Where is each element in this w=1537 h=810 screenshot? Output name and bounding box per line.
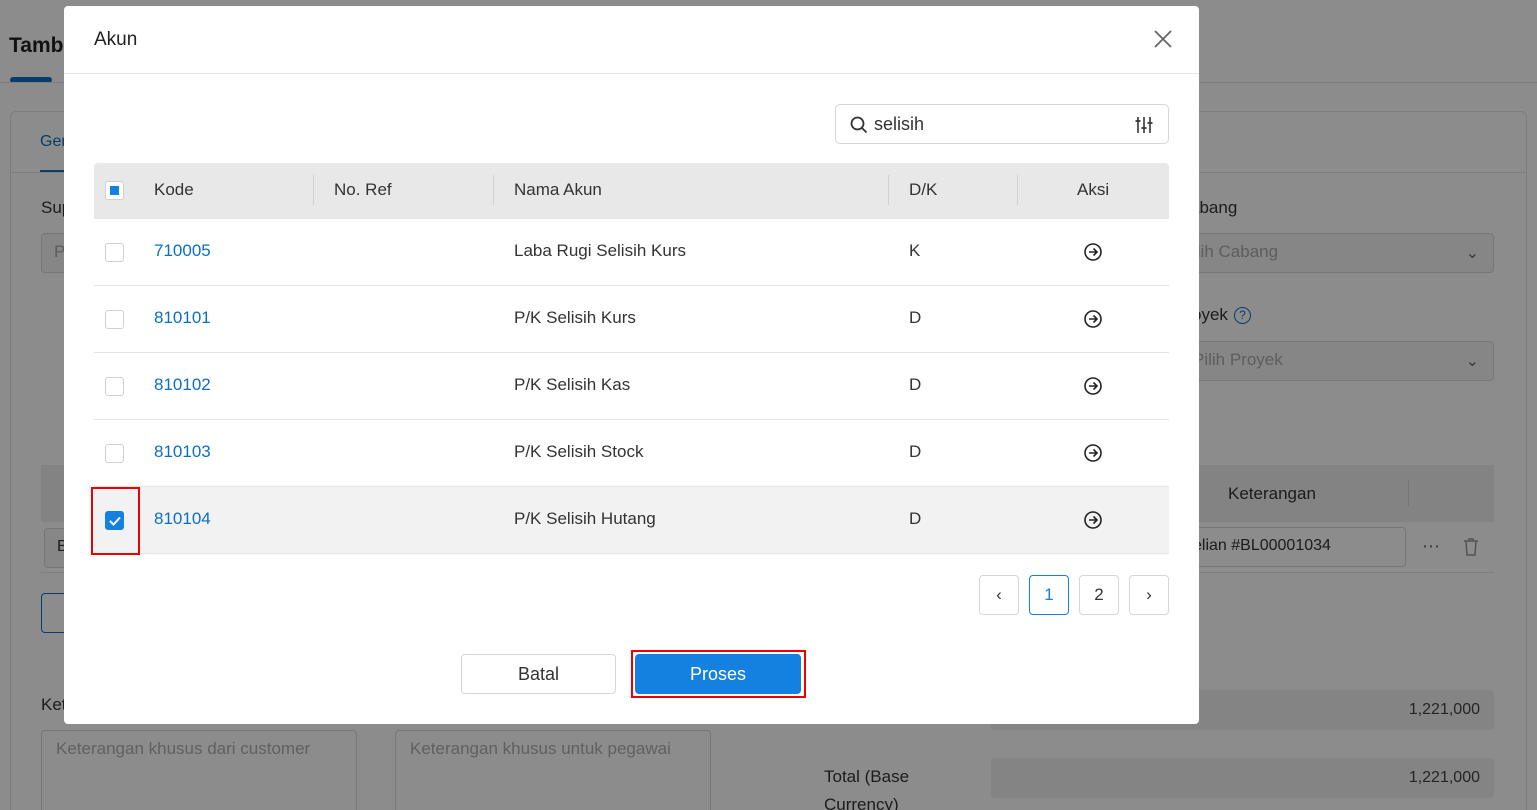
modal-title: Akun bbox=[94, 29, 138, 50]
search-icon bbox=[850, 116, 868, 134]
filter-icon[interactable] bbox=[1134, 115, 1154, 135]
arrow-right-circle-icon[interactable] bbox=[1083, 510, 1103, 530]
row-checkbox[interactable] bbox=[105, 377, 124, 396]
th-no-ref: No. Ref bbox=[334, 180, 392, 199]
row-dk: K bbox=[909, 241, 921, 260]
table-row[interactable]: 810101 P/K Selisih Kurs D bbox=[94, 286, 1169, 353]
th-nama-akun: Nama Akun bbox=[514, 180, 602, 199]
th-separator bbox=[313, 175, 314, 205]
table-row[interactable]: 810103 P/K Selisih Stock D bbox=[94, 420, 1169, 487]
modal-header: Akun bbox=[64, 6, 1199, 74]
process-button[interactable]: Proses bbox=[635, 654, 801, 694]
row-checkbox[interactable] bbox=[105, 310, 124, 329]
th-aksi: Aksi bbox=[1077, 180, 1110, 199]
page-2-button[interactable]: 2 bbox=[1079, 575, 1119, 615]
cancel-button[interactable]: Batal bbox=[461, 654, 616, 694]
th-separator bbox=[1017, 175, 1018, 205]
row-nama-akun: P/K Selisih Hutang bbox=[514, 509, 656, 528]
arrow-right-circle-icon[interactable] bbox=[1083, 443, 1103, 463]
search-input[interactable] bbox=[874, 111, 1124, 137]
th-separator bbox=[493, 175, 494, 205]
row-nama-akun: P/K Selisih Stock bbox=[514, 442, 644, 461]
row-kode[interactable]: 710005 bbox=[154, 241, 211, 261]
next-page-button[interactable]: › bbox=[1129, 575, 1169, 615]
indeterminate-indicator bbox=[110, 186, 119, 195]
row-nama-akun: Laba Rugi Selisih Kurs bbox=[514, 241, 686, 260]
th-kode: Kode bbox=[154, 180, 194, 199]
row-kode[interactable]: 810103 bbox=[154, 442, 211, 462]
akun-modal: Akun Kode No. Ref Nama Akun D/K Aksi bbox=[64, 6, 1199, 724]
row-nama-akun: P/K Selisih Kurs bbox=[514, 308, 636, 327]
highlight-box bbox=[91, 487, 140, 555]
prev-page-button[interactable]: ‹ bbox=[979, 575, 1019, 615]
arrow-right-circle-icon[interactable] bbox=[1083, 376, 1103, 396]
row-checkbox[interactable] bbox=[105, 243, 124, 262]
row-nama-akun: P/K Selisih Kas bbox=[514, 375, 631, 394]
table-row[interactable]: 710005 Laba Rugi Selisih Kurs K bbox=[94, 219, 1169, 286]
arrow-right-circle-icon[interactable] bbox=[1083, 309, 1103, 329]
row-dk: D bbox=[909, 442, 922, 461]
th-dk: D/K bbox=[909, 180, 938, 199]
th-separator bbox=[888, 175, 889, 205]
table-row[interactable]: 810102 P/K Selisih Kas D bbox=[94, 353, 1169, 420]
table-row[interactable]: 810104 P/K Selisih Hutang D bbox=[94, 487, 1169, 554]
search-box bbox=[835, 104, 1169, 144]
select-all-checkbox[interactable] bbox=[105, 181, 124, 200]
page-1-button[interactable]: 1 bbox=[1029, 575, 1069, 615]
close-icon[interactable] bbox=[1152, 28, 1174, 50]
akun-table: Kode No. Ref Nama Akun D/K Aksi 710005 L… bbox=[94, 163, 1169, 554]
row-dk: D bbox=[909, 308, 922, 327]
row-dk: D bbox=[909, 509, 922, 528]
arrow-right-circle-icon[interactable] bbox=[1083, 242, 1103, 262]
row-kode[interactable]: 810102 bbox=[154, 375, 211, 395]
table-header: Kode No. Ref Nama Akun D/K Aksi bbox=[94, 163, 1169, 219]
row-dk: D bbox=[909, 375, 922, 394]
row-kode[interactable]: 810101 bbox=[154, 308, 211, 328]
row-kode[interactable]: 810104 bbox=[154, 509, 211, 529]
row-checkbox[interactable] bbox=[105, 444, 124, 463]
